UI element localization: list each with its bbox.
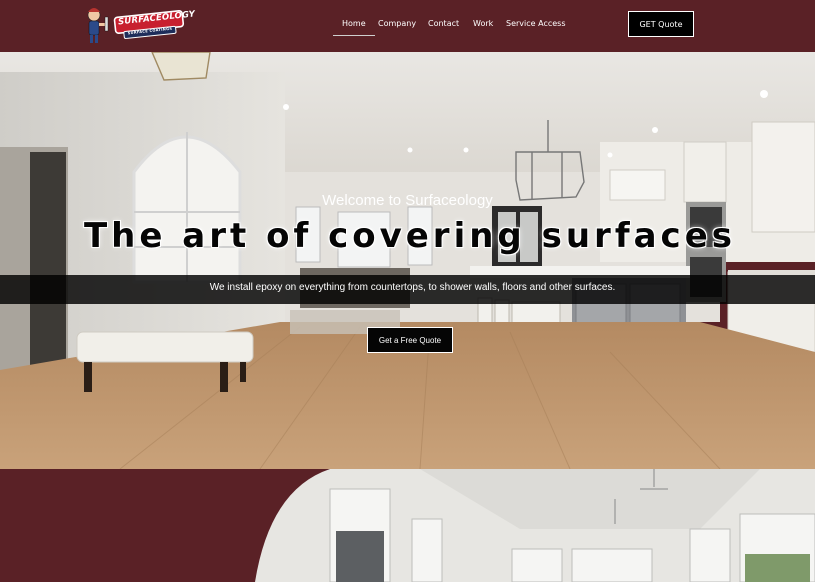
nav-item-work[interactable]: Work [473, 18, 493, 36]
nav-item-home[interactable]: Home [333, 18, 375, 36]
hero-section: Welcome to Surfaceology The art of cover… [0, 52, 815, 469]
site-header: SURFACEOLOGY SURFACE COATINGS Home Compa… [0, 0, 815, 52]
nav-item-company[interactable]: Company [378, 18, 416, 36]
hero-welcome-text: Welcome to Surfaceology [322, 192, 493, 209]
get-quote-button[interactable]: GET Quote [628, 11, 694, 37]
kitchen-background-image [0, 52, 815, 469]
free-quote-button[interactable]: Get a Free Quote [367, 327, 453, 353]
hero-title: The art of covering surfaces [83, 216, 736, 256]
hero-subtitle: We install epoxy on everything from coun… [209, 282, 616, 293]
nav-item-contact[interactable]: Contact [428, 18, 459, 36]
nav-item-service-access[interactable]: Service Access [506, 18, 566, 36]
surfaceology-logo[interactable]: SURFACEOLOGY SURFACE COATINGS [84, 3, 196, 45]
sunroom-image [255, 469, 815, 582]
gallery-section [0, 469, 815, 582]
